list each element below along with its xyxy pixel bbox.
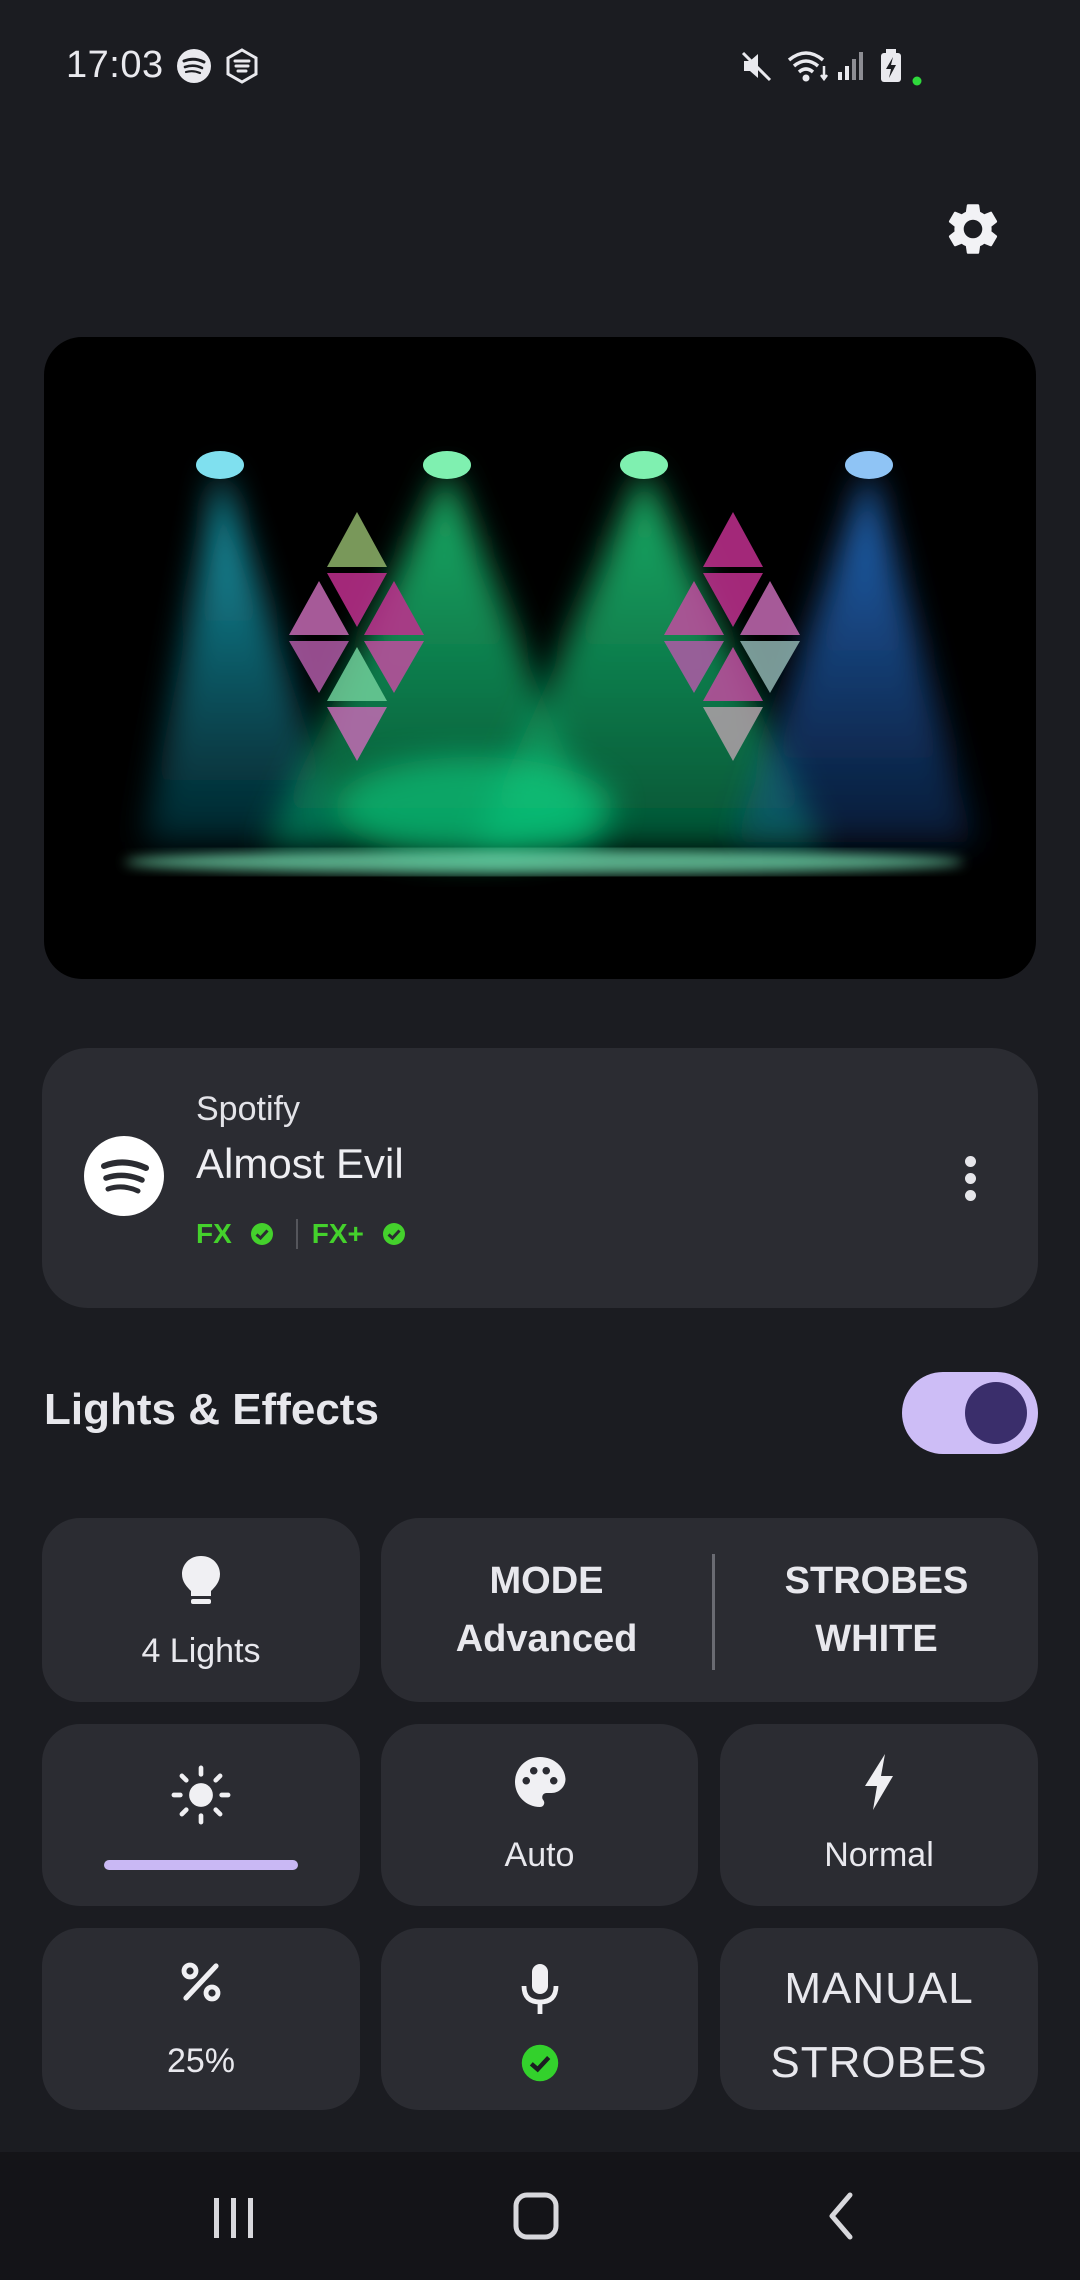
back-icon bbox=[829, 2192, 853, 2240]
spotify-notification-icon bbox=[177, 49, 211, 83]
home-icon bbox=[513, 2192, 559, 2240]
check-circle-icon bbox=[382, 1223, 405, 1245]
percent-tile[interactable]: 25% bbox=[42, 1928, 360, 2110]
strobes-value: WHITE bbox=[815, 1618, 938, 1660]
fx-status-row: FX FX+ bbox=[196, 1214, 406, 1254]
check-circle-icon bbox=[250, 1223, 273, 1245]
palette-tile[interactable]: Auto bbox=[381, 1724, 698, 1906]
more-dot bbox=[964, 1190, 976, 1201]
lights-count: 4 Lights bbox=[141, 1632, 261, 1670]
bolt-icon bbox=[865, 1754, 893, 1810]
manual-strobes-label: MANUAL STROBES bbox=[720, 1952, 1038, 2100]
bulb-icon bbox=[182, 1556, 220, 1604]
lights-effects-toggle[interactable] bbox=[902, 1372, 1038, 1454]
recents-icon bbox=[214, 2198, 253, 2238]
microphone-tile[interactable] bbox=[381, 1928, 698, 2110]
more-options-button[interactable] bbox=[960, 1156, 980, 1206]
settings-button[interactable] bbox=[942, 198, 1004, 260]
battery-charging-icon bbox=[881, 49, 901, 82]
more-dot bbox=[964, 1156, 976, 1167]
manual-strobes-button[interactable]: MANUAL STROBES bbox=[720, 1928, 1038, 2110]
gear-icon bbox=[948, 204, 998, 254]
palette-label: Auto bbox=[504, 1836, 575, 1874]
stage-lights-illustration bbox=[44, 337, 1036, 979]
spotify-icon bbox=[84, 1136, 164, 1216]
lights-effects-title: Lights & Effects bbox=[44, 1385, 379, 1434]
brightness-slider[interactable] bbox=[104, 1860, 298, 1870]
fx-divider bbox=[295, 1219, 298, 1249]
home-button[interactable] bbox=[486, 2180, 586, 2250]
navigation-bar bbox=[0, 2152, 1080, 2280]
speed-tile[interactable]: Normal bbox=[720, 1724, 1038, 1906]
track-title: Almost Evil bbox=[196, 1140, 404, 1187]
now-playing-card[interactable]: Spotify Almost Evil FX FX+ bbox=[42, 1048, 1038, 1308]
percent-icon bbox=[181, 1962, 221, 2002]
manual-strobes-line2: STROBES bbox=[770, 2038, 988, 2087]
palette-icon bbox=[514, 1757, 565, 1807]
microphone-icon bbox=[521, 1964, 558, 2014]
speed-label: Normal bbox=[824, 1836, 934, 1874]
mode-value: Advanced bbox=[455, 1618, 638, 1660]
manual-strobes-line1: MANUAL bbox=[784, 1964, 974, 2013]
mode-strobes-tile[interactable]: MODE Advanced STROBES WHITE bbox=[381, 1518, 1038, 1702]
status-dot-icon bbox=[912, 76, 922, 86]
check-circle-icon bbox=[521, 2044, 558, 2082]
source-name: Spotify bbox=[196, 1090, 300, 1128]
strobes-title: STROBES bbox=[784, 1560, 969, 1602]
mute-icon bbox=[741, 51, 772, 82]
stage-lights-graphic bbox=[124, 451, 974, 874]
lights-tile[interactable]: 4 Lights bbox=[42, 1518, 360, 1702]
status-bar: 17:03 bbox=[0, 0, 1080, 140]
toggle-knob bbox=[965, 1382, 1027, 1444]
recents-button[interactable] bbox=[184, 2180, 284, 2250]
mode-title: MODE bbox=[489, 1560, 604, 1602]
mode-setting[interactable]: MODE Advanced bbox=[381, 1518, 712, 1702]
back-button[interactable] bbox=[790, 2180, 890, 2250]
nanoleaf-notification-icon bbox=[226, 48, 258, 84]
signal-icon bbox=[838, 52, 863, 80]
brightness-tile[interactable] bbox=[42, 1724, 360, 1906]
fx-plus-label: FX+ bbox=[311, 1218, 364, 1249]
status-time: 17:03 bbox=[66, 44, 164, 86]
fx-label: FX bbox=[196, 1218, 232, 1249]
strobes-setting[interactable]: STROBES WHITE bbox=[715, 1518, 1038, 1702]
wifi-icon bbox=[787, 51, 828, 82]
more-dot bbox=[964, 1173, 976, 1184]
percent-label: 25% bbox=[166, 2042, 236, 2080]
brightness-icon bbox=[171, 1765, 231, 1825]
